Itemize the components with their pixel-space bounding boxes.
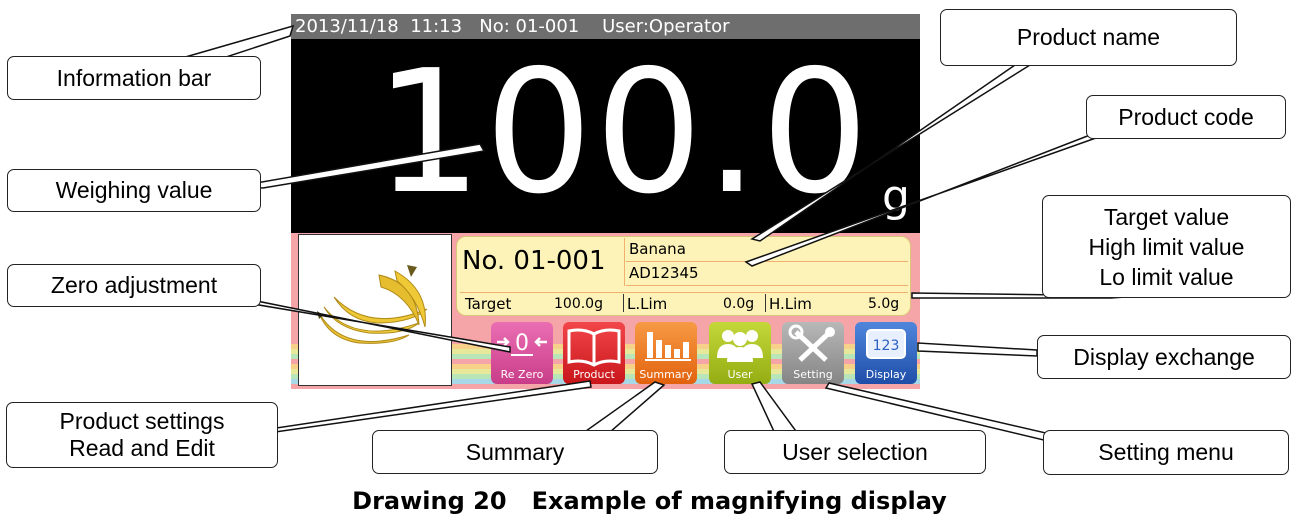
callout-summary: Summary: [372, 430, 658, 474]
callout-weighing-value: Weighing value: [7, 169, 261, 212]
callout-display-exchange: Display exchange: [1037, 335, 1291, 379]
callout-setting-menu: Setting menu: [1043, 430, 1289, 475]
callout-user-selection: User selection: [724, 430, 986, 474]
figure-caption: Drawing 20 Example of magnifying display: [352, 487, 947, 515]
callout-product-name: Product name: [940, 9, 1237, 66]
callout-product-code: Product code: [1086, 95, 1286, 139]
callout-product-settings: Product settings Read and Edit: [6, 402, 278, 468]
callout-information-bar: Information bar: [7, 56, 261, 100]
callout-target-limits: Target value High limit value Lo limit v…: [1042, 195, 1291, 298]
callout-product-settings-line1: Product settings: [59, 408, 225, 434]
callout-zero-adjustment: Zero adjustment: [7, 264, 261, 307]
callout-target-line3: Lo limit value: [1099, 263, 1234, 290]
callout-target-line1: Target value: [1103, 203, 1230, 230]
callout-product-settings-line2: Read and Edit: [69, 435, 215, 461]
callout-target-line2: High limit value: [1088, 233, 1245, 260]
